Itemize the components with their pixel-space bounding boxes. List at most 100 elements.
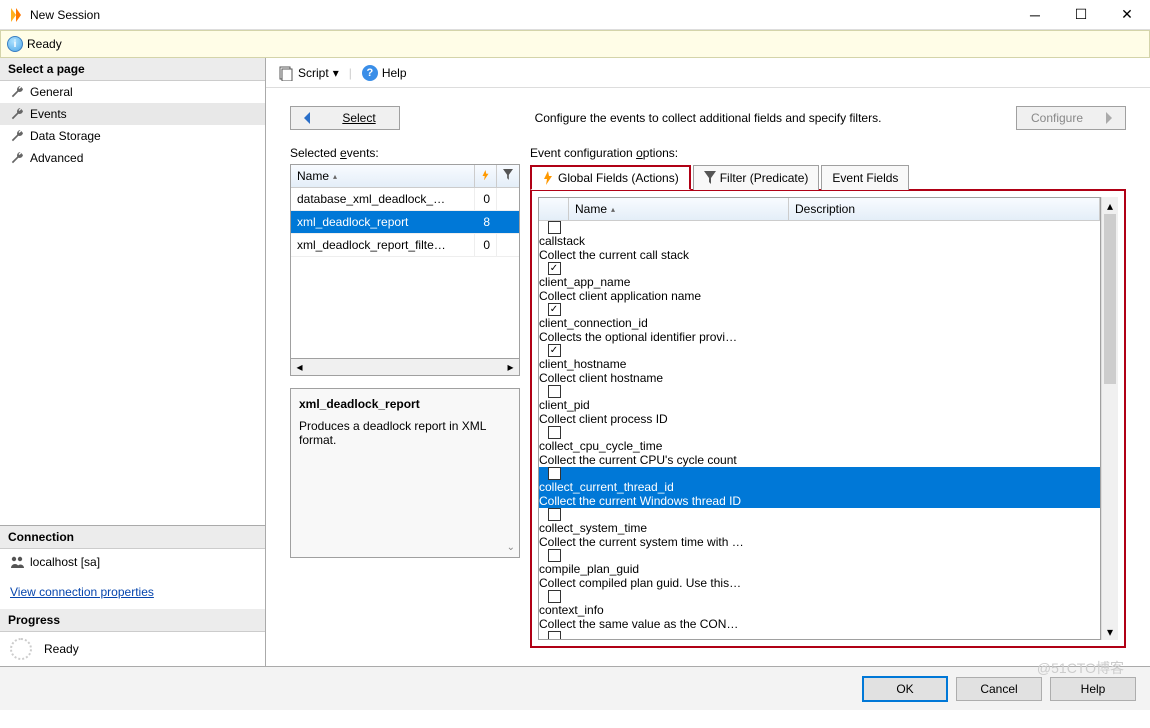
instruction-text: Configure the events to collect addition… <box>420 111 996 125</box>
config-tabs: Global Fields (Actions) Filter (Predicat… <box>530 164 1126 190</box>
field-checkbox[interactable] <box>548 467 561 480</box>
field-desc-header[interactable]: Description <box>789 198 1100 220</box>
scroll-left-icon[interactable]: ◂ <box>291 359 308 375</box>
scroll-thumb[interactable] <box>1104 214 1116 384</box>
help-button[interactable]: ? Help <box>358 63 411 83</box>
field-checkbox[interactable] <box>548 549 561 562</box>
global-fields-grid[interactable]: Name▴ Description callstackCollect the c… <box>538 197 1101 640</box>
field-name-header[interactable]: Name▴ <box>569 198 789 220</box>
event-count-cell: 0 <box>475 188 497 210</box>
field-name-cell: client_hostname <box>539 357 759 371</box>
event-name-cell: xml_deadlock_report <box>291 211 475 233</box>
script-button[interactable]: Script ▾ <box>274 63 343 83</box>
window-title: New Session <box>30 8 100 22</box>
ok-button[interactable]: OK <box>862 676 948 702</box>
sort-asc-icon: ▴ <box>333 172 337 181</box>
progress-header: Progress <box>0 609 265 632</box>
field-checkbox[interactable] <box>548 426 561 439</box>
cancel-button[interactable]: Cancel <box>956 677 1042 701</box>
fields-vscroll[interactable]: ▴ ▾ <box>1101 197 1118 640</box>
sidebar-item-advanced[interactable]: Advanced <box>0 147 265 169</box>
tab-global-fields[interactable]: Global Fields (Actions) <box>530 165 691 190</box>
selected-event-row[interactable]: database_xml_deadlock_…0 <box>291 188 519 211</box>
field-row[interactable]: ✓client_app_nameCollect client applicati… <box>539 262 1100 303</box>
bolt-icon <box>481 169 490 183</box>
button-bar: OK Cancel Help <box>0 666 1150 710</box>
field-checkbox[interactable]: ✓ <box>548 303 561 316</box>
field-checkbox[interactable] <box>548 590 561 603</box>
field-row[interactable]: callstackCollect the current call stack <box>539 221 1100 262</box>
funnel-icon <box>704 171 716 185</box>
field-row[interactable]: collect_system_timeCollect the current s… <box>539 508 1100 549</box>
checkbox-column-header[interactable] <box>539 198 569 220</box>
field-row[interactable]: compile_plan_guidCollect compiled plan g… <box>539 549 1100 590</box>
sidebar-item-events[interactable]: Events <box>0 103 265 125</box>
field-checkbox[interactable]: ✓ <box>548 262 561 275</box>
info-icon: i <box>7 36 23 52</box>
selected-events-name-header[interactable]: Name▴ <box>291 165 475 187</box>
field-name-cell: client_app_name <box>539 275 759 289</box>
field-checkbox[interactable] <box>548 221 561 234</box>
wrench-icon <box>10 151 24 165</box>
field-checkbox[interactable] <box>548 385 561 398</box>
maximize-button[interactable]: ☐ <box>1058 0 1104 30</box>
field-name-cell: client_connection_id <box>539 316 759 330</box>
close-button[interactable]: ✕ <box>1104 0 1150 30</box>
nav-list: GeneralEventsData StorageAdvanced <box>0 81 265 169</box>
bolt-column-header[interactable] <box>475 165 497 187</box>
scroll-right-icon[interactable]: ▸ <box>502 359 519 375</box>
field-name-cell: context_info <box>539 603 759 617</box>
field-name-cell: callstack <box>539 234 759 248</box>
field-row[interactable]: ✓client_hostnameCollect client hostname <box>539 344 1100 385</box>
toolbar: Script ▾ | ? Help <box>266 58 1150 88</box>
sidebar-item-data-storage[interactable]: Data Storage <box>0 125 265 147</box>
selected-event-row[interactable]: xml_deadlock_report8 <box>291 211 519 234</box>
event-name-cell: xml_deadlock_report_filte… <box>291 234 475 256</box>
event-detail-desc: Produces a deadlock report in XML format… <box>299 419 511 447</box>
field-checkbox[interactable] <box>548 508 561 521</box>
forward-configure-button: Configure <box>1016 106 1126 130</box>
field-row[interactable]: collect_cpu_cycle_timeCollect the curren… <box>539 426 1100 467</box>
field-row[interactable]: client_pidCollect client process ID <box>539 385 1100 426</box>
field-desc-cell: Collect client hostname <box>539 371 1100 385</box>
field-row[interactable]: ✓client_connection_idCollects the option… <box>539 303 1100 344</box>
config-options-label: Event configuration options: <box>530 146 1126 160</box>
chevron-right-icon <box>1105 112 1113 124</box>
field-name-cell: collect_cpu_cycle_time <box>539 439 759 453</box>
field-name-cell: client_pid <box>539 398 759 412</box>
selected-events-grid[interactable]: Name▴ database_xml_deadlock_…0xml_deadlo… <box>290 164 520 359</box>
event-detail-title: xml_deadlock_report <box>299 397 511 411</box>
field-row[interactable]: cpu_idCollect current CPU ID <box>539 631 1100 639</box>
field-name-cell: collect_system_time <box>539 521 759 535</box>
selected-event-row[interactable]: xml_deadlock_report_filte…0 <box>291 234 519 257</box>
field-row[interactable]: context_infoCollect the same value as th… <box>539 590 1100 631</box>
selected-events-hscroll[interactable]: ◂ ▸ <box>290 359 520 376</box>
connection-value: localhost [sa] <box>30 555 100 569</box>
scroll-down-icon[interactable]: ▾ <box>1102 623 1118 640</box>
view-connection-properties-link[interactable]: View connection properties <box>0 575 265 609</box>
field-checkbox[interactable]: ✓ <box>548 344 561 357</box>
event-count-cell: 0 <box>475 234 497 256</box>
status-bar: i Ready <box>0 30 1150 58</box>
help-dialog-button[interactable]: Help <box>1050 677 1136 701</box>
field-checkbox[interactable] <box>548 631 561 639</box>
back-select-button[interactable]: Select <box>290 106 400 130</box>
event-detail-box: xml_deadlock_report Produces a deadlock … <box>290 388 520 558</box>
filter-column-header[interactable] <box>497 165 519 187</box>
chevron-left-icon <box>303 112 311 124</box>
field-desc-cell: Collect client application name <box>539 289 1100 303</box>
field-desc-cell: Collect the current call stack <box>539 248 1100 262</box>
field-row[interactable]: collect_current_thread_idCollect the cur… <box>539 467 1100 508</box>
tab-filter[interactable]: Filter (Predicate) <box>693 165 820 190</box>
wrench-icon <box>10 85 24 99</box>
chevron-down-icon[interactable]: ⌄ <box>507 542 515 553</box>
field-desc-cell: Collect the current system time with … <box>539 535 1100 549</box>
tab-event-fields[interactable]: Event Fields <box>821 165 909 190</box>
scroll-up-icon[interactable]: ▴ <box>1102 197 1118 214</box>
wrench-icon <box>10 129 24 143</box>
sidebar-item-general[interactable]: General <box>0 81 265 103</box>
minimize-button[interactable]: ─ <box>1012 0 1058 30</box>
help-icon: ? <box>362 65 378 81</box>
progress-spinner-icon <box>10 638 32 660</box>
field-desc-cell: Collect the same value as the CON… <box>539 617 1100 631</box>
